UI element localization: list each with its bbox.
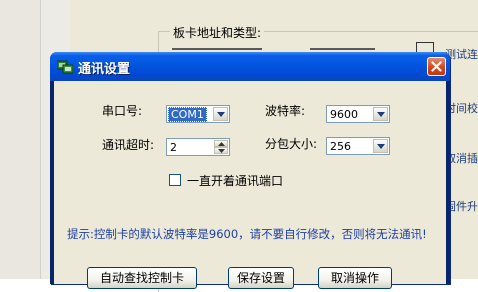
packet-size-value: 256	[330, 140, 351, 153]
packet-size-dropdown[interactable]	[373, 139, 388, 153]
serial-port-label: 串口号:	[102, 104, 143, 118]
background-field	[310, 48, 375, 50]
serial-port-value: COM1	[168, 107, 207, 122]
timeout-stepper[interactable]: 2	[166, 138, 230, 156]
background-field	[172, 48, 262, 50]
communication-settings-dialog: 通讯设置 串口号: COM1 波特率: 9600 通讯超时: 2 分包大小: 2…	[50, 52, 450, 289]
baud-rate-label: 波特率:	[265, 104, 306, 118]
close-button[interactable]	[427, 57, 446, 76]
chevron-down-icon	[217, 112, 225, 117]
dialog-body: 串口号: COM1 波特率: 9600 通讯超时: 2 分包大小: 256 一直…	[54, 81, 446, 289]
chevron-down-icon	[218, 149, 225, 153]
keep-port-open-label[interactable]: 一直开着通讯端口	[187, 172, 283, 189]
save-settings-button[interactable]: 保存设置	[228, 267, 294, 289]
dialog-titlebar[interactable]: 通讯设置	[50, 52, 450, 81]
cancel-button[interactable]: 取消操作	[318, 267, 392, 289]
auto-find-card-button[interactable]: 自动查找控制卡	[87, 267, 197, 289]
spin-up-button[interactable]	[214, 140, 228, 147]
close-icon	[431, 61, 442, 72]
dialog-title: 通讯设置	[78, 62, 131, 77]
timeout-spin-buttons	[214, 140, 228, 154]
chevron-down-icon	[377, 112, 385, 117]
serial-port-select[interactable]: COM1	[166, 105, 230, 123]
timeout-label: 通讯超时:	[102, 138, 155, 152]
baud-rate-select[interactable]: 9600	[326, 105, 390, 123]
network-settings-icon	[56, 59, 74, 74]
serial-port-dropdown[interactable]	[213, 107, 228, 121]
chevron-down-icon	[377, 144, 385, 149]
baud-rate-dropdown[interactable]	[373, 107, 388, 121]
packet-size-label: 分包大小:	[265, 137, 318, 151]
hint-text: 提示:控制卡的默认波特率是9600，请不要自行修改，否则将无法通讯!	[67, 227, 427, 241]
baud-rate-value: 9600	[330, 108, 358, 121]
timeout-value: 2	[170, 141, 177, 154]
chevron-up-icon	[218, 142, 225, 146]
board-address-group-title: 板卡地址和类型:	[170, 24, 265, 41]
keep-port-open-checkbox[interactable]	[169, 174, 181, 186]
spin-down-button[interactable]	[214, 147, 228, 154]
packet-size-select[interactable]: 256	[326, 137, 390, 155]
